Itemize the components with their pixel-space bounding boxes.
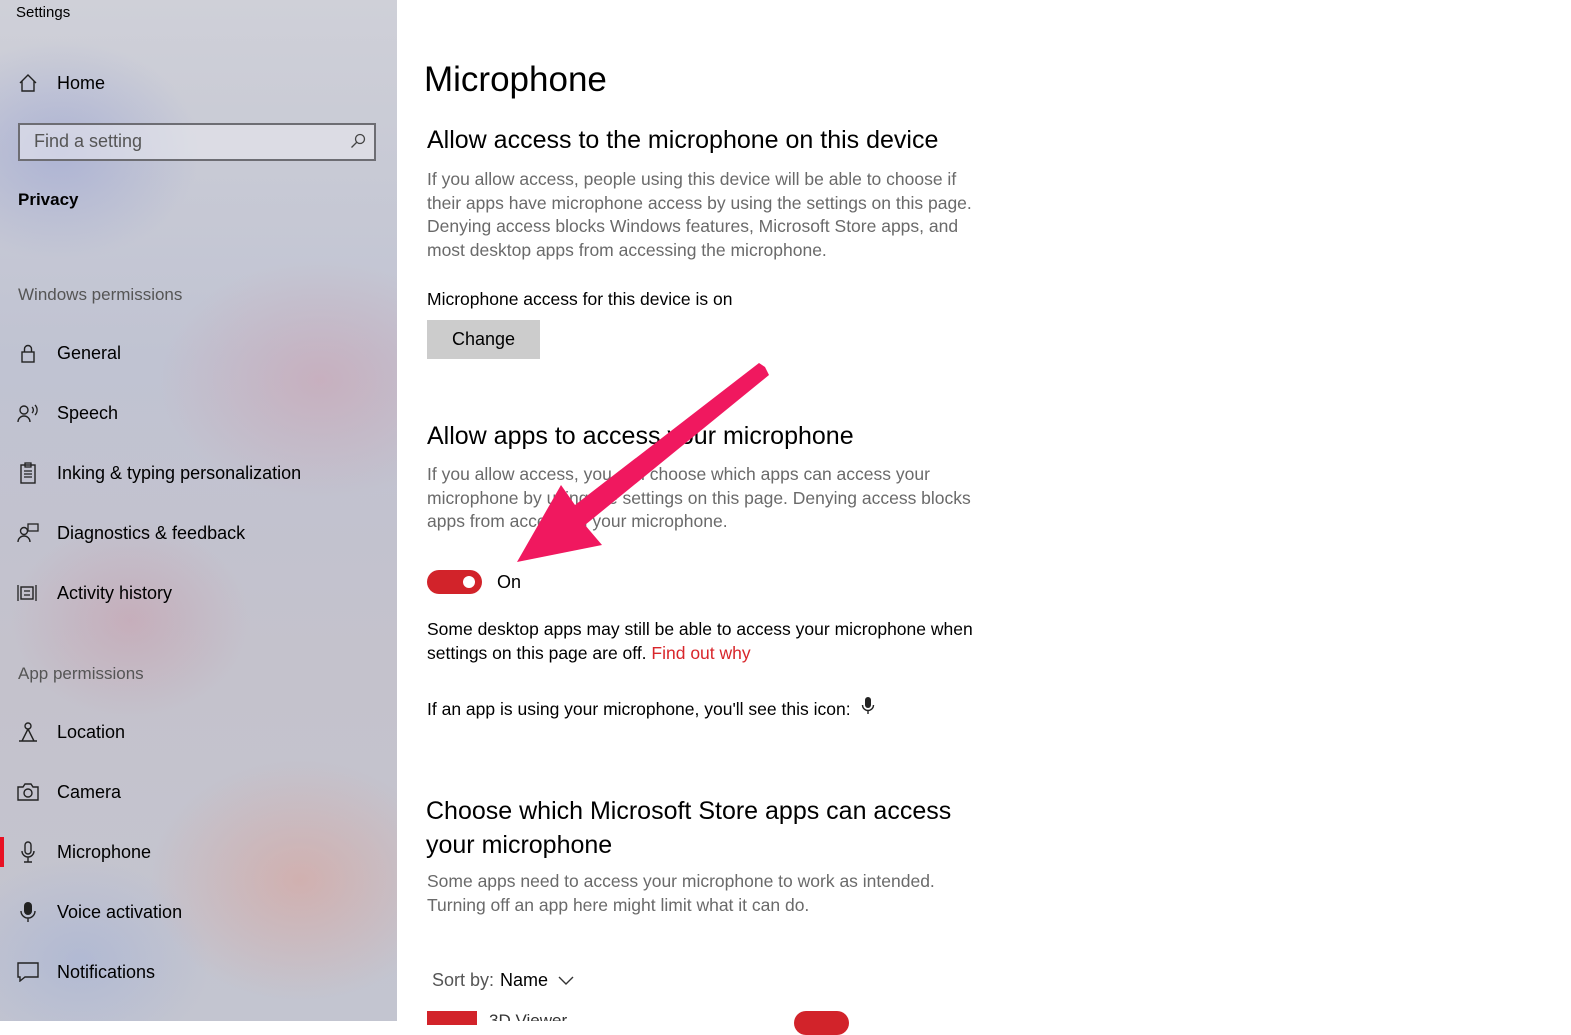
store-apps-heading: Choose which Microsoft Store apps can ac… [426,794,1026,862]
search-input[interactable] [34,131,334,152]
device-access-heading: Allow access to the microphone on this d… [427,126,939,154]
sidebar-item-voice-activation[interactable]: Voice activation [0,889,397,935]
active-indicator [0,837,4,867]
device-access-status: Microphone access for this device is on [427,289,733,309]
voice-icon [17,901,39,923]
sidebar-item-activity-history[interactable]: Activity history [0,570,397,616]
speech-icon [17,402,39,424]
desktop-apps-note: Some desktop apps may still be able to a… [427,617,987,665]
sidebar-item-label: Camera [57,781,122,802]
windows-permissions-heading: Windows permissions [18,285,183,304]
sidebar-item-general[interactable]: General [0,330,397,376]
feedback-icon [17,522,39,544]
sidebar-item-camera[interactable]: Camera [0,769,397,815]
microphone-icon [17,841,39,863]
lock-icon [17,342,39,364]
change-button[interactable]: Change [427,320,540,359]
camera-icon [17,781,39,803]
page-title: Microphone [424,60,607,99]
store-apps-heading-line2: your microphone [426,831,613,859]
sidebar-item-label: Microphone [57,841,152,862]
window-title: Settings [16,4,71,21]
sidebar-item-label: General [57,342,122,363]
category-title: Privacy [18,190,79,209]
store-apps-heading-line1: Choose which Microsoft Store apps can ac… [426,797,952,825]
microphone-icon [861,696,875,722]
main-content: Microphone Allow access to the microphon… [397,0,1571,1035]
sidebar-item-label: Inking & typing personalization [57,462,302,483]
sort-dropdown[interactable]: Sort by: Name [432,970,574,991]
sidebar-item-label: Voice activation [57,901,183,922]
sidebar-item-home[interactable]: Home [0,60,397,106]
activity-icon [17,582,39,604]
sort-label: Sort by: [432,970,495,990]
sidebar-item-label: Notifications [57,961,156,982]
app-toggle[interactable] [794,1011,849,1035]
sidebar-item-microphone[interactable]: Microphone [0,829,397,875]
search-icon[interactable] [350,133,366,154]
app-access-toggle[interactable] [427,570,482,594]
sidebar-item-speech[interactable]: Speech [0,390,397,436]
search-box[interactable] [18,123,376,161]
notifications-icon [17,961,39,983]
app-permissions-heading: App permissions [18,664,144,683]
sidebar-item-label: Home [57,72,106,93]
store-apps-description: Some apps need to access your microphone… [427,871,935,915]
location-icon [17,721,39,743]
annotation-arrow-icon [517,363,769,562]
sidebar-item-label: Speech [57,402,119,423]
sidebar: Settings Home Privacy Windows permission… [0,0,397,1021]
home-icon [17,72,39,94]
sidebar-item-label: Activity history [57,582,173,603]
sidebar-item-inking[interactable]: Inking & typing personalization [0,450,397,496]
sidebar-item-diagnostics[interactable]: Diagnostics & feedback [0,510,397,556]
icon-note-text: If an app is using your microphone, you'… [427,699,851,719]
sidebar-item-label: Diagnostics & feedback [57,522,246,543]
clipboard-icon [17,462,39,484]
chevron-down-icon [558,970,574,991]
sidebar-item-label: Location [57,721,126,742]
app-icon [427,1011,477,1025]
icon-note: If an app is using your microphone, you'… [427,696,987,722]
device-access-description: If you allow access, people using this d… [427,169,972,260]
sidebar-item-notifications[interactable]: Notifications [0,949,397,995]
app-name: 3D Viewer [489,1011,568,1021]
sidebar-item-location[interactable]: Location [0,709,397,755]
find-out-why-link[interactable]: Find out why [651,643,750,663]
toggle-knob [463,576,475,588]
sort-value: Name [500,970,549,990]
